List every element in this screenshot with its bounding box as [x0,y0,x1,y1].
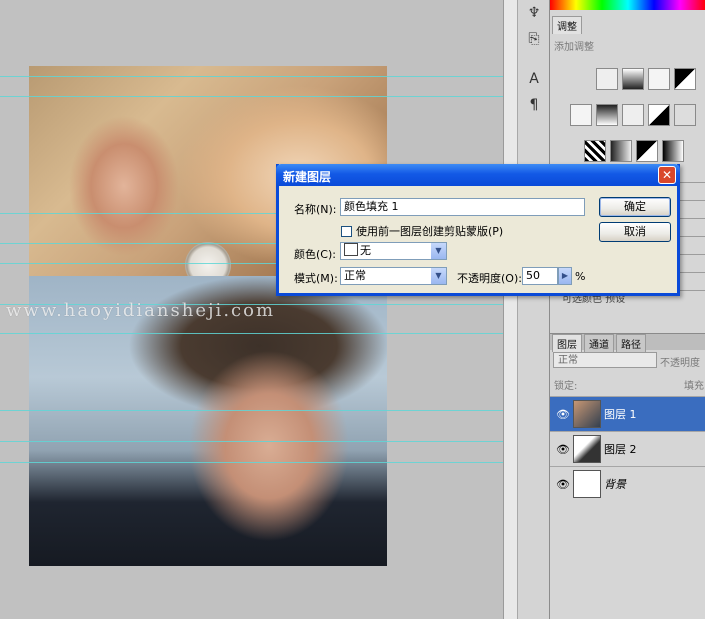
color-balance-icon[interactable] [622,104,644,126]
curves-icon[interactable] [648,68,670,90]
right-panel-group: 调整 添加调整 可选颜色 预设 图层 通道 路径 正常 不透明度 锁定: 填充 … [549,0,705,619]
character-panel-icon[interactable]: A [525,70,543,88]
tool-presets-icon[interactable]: ♆ [525,4,543,22]
layer-name: 图层 2 [604,443,637,456]
lock-label: 锁定: [554,381,578,392]
paragraph-panel-icon[interactable]: ¶ [525,96,543,114]
color-select-value: 无 [360,244,371,257]
cancel-button[interactable]: 取消 [599,222,671,242]
adjustments-subtitle: 添加调整 [554,42,594,53]
opacity-unit: % [575,270,586,283]
layer-blend-mode-select[interactable]: 正常 [553,352,657,368]
eye-icon[interactable]: 👁 [556,478,570,491]
tab-paths[interactable]: 路径 [616,334,646,352]
clone-source-icon[interactable]: ⎘ [525,30,543,48]
opacity-field[interactable]: 50 [522,267,558,285]
color-swatch [344,243,358,256]
hue-saturation-icon[interactable] [596,104,618,126]
color-select[interactable]: 无 ▼ [340,242,447,260]
chevron-down-icon[interactable]: ▼ [431,243,446,259]
photo-filter-icon[interactable] [674,104,696,126]
layer-row[interactable]: 👁 图层 2 [550,431,705,466]
guide-line[interactable] [0,333,503,334]
invert-icon[interactable] [584,140,606,162]
wristwatch-image [185,242,231,276]
levels-icon[interactable] [622,68,644,90]
name-label: 名称(N): [294,203,337,216]
fill-label: 填充 [684,381,704,392]
tab-layers[interactable]: 图层 [552,334,582,352]
clip-mask-checkbox[interactable] [341,226,352,237]
mode-select[interactable]: 正常 ▼ [340,267,447,285]
adjustment-icons-row-2 [550,104,705,128]
close-button[interactable]: ✕ [658,166,676,184]
ok-button[interactable]: 确定 [599,197,671,217]
layer-thumbnail [573,435,601,463]
panel-dock-icons: ♆ ⎘ A ¶ [517,0,550,619]
color-spectrum-bar[interactable] [550,0,705,10]
layer-thumbnail [573,470,601,498]
mode-select-value: 正常 [344,269,366,282]
guide-line[interactable] [0,76,503,77]
layers-panel-tabs: 图层 通道 路径 [550,333,705,352]
brightness-icon[interactable] [596,68,618,90]
dialog-title: 新建图层 [283,170,332,184]
opacity-label: 不透明度(O): [457,272,522,285]
guide-line[interactable] [0,462,503,463]
tab-adjustments[interactable]: 调整 [552,16,582,34]
color-label: 颜色(C): [294,248,336,261]
new-layer-dialog: 新建图层 ✕ 名称(N): 颜色填充 1 使用前一图层创建剪贴蒙版(P) 颜色(… [276,164,680,296]
gradient-map-icon[interactable] [662,140,684,162]
vibrance-icon[interactable] [570,104,592,126]
layer-row[interactable]: 👁 图层 1 [550,396,705,431]
guide-line[interactable] [0,96,503,97]
layer-name: 背景 [604,478,626,491]
guide-line[interactable] [0,441,503,442]
threshold-icon[interactable] [636,140,658,162]
chevron-down-icon[interactable]: ▼ [431,268,446,284]
vertical-scrollbar[interactable] [503,0,518,619]
posterize-icon[interactable] [610,140,632,162]
layer-opacity-label: 不透明度 [660,358,700,369]
eye-icon[interactable]: 👁 [556,443,570,456]
layer-name: 图层 1 [604,408,637,421]
layer-name-field[interactable]: 颜色填充 1 [340,198,585,216]
tab-channels[interactable]: 通道 [584,334,614,352]
exposure-icon[interactable] [674,68,696,90]
document-canvas[interactable]: www.haoyidiansheji.com [0,0,503,619]
clip-mask-label[interactable]: 使用前一图层创建剪贴蒙版(P) [356,223,503,239]
mode-label: 模式(M): [294,272,338,285]
layer-row[interactable]: 👁 背景 [550,466,705,501]
eye-icon[interactable]: 👁 [556,408,570,421]
black-white-icon[interactable] [648,104,670,126]
adjustment-icons-row-3 [550,140,705,164]
layer-thumbnail [573,400,601,428]
watermark-text: www.haoyidiansheji.com [6,300,276,321]
adjustment-icons-row-1 [550,68,705,92]
guide-line[interactable] [0,410,503,411]
dialog-titlebar[interactable]: 新建图层 ✕ [276,164,680,186]
opacity-slider-arrow[interactable]: ▶ [558,267,572,285]
